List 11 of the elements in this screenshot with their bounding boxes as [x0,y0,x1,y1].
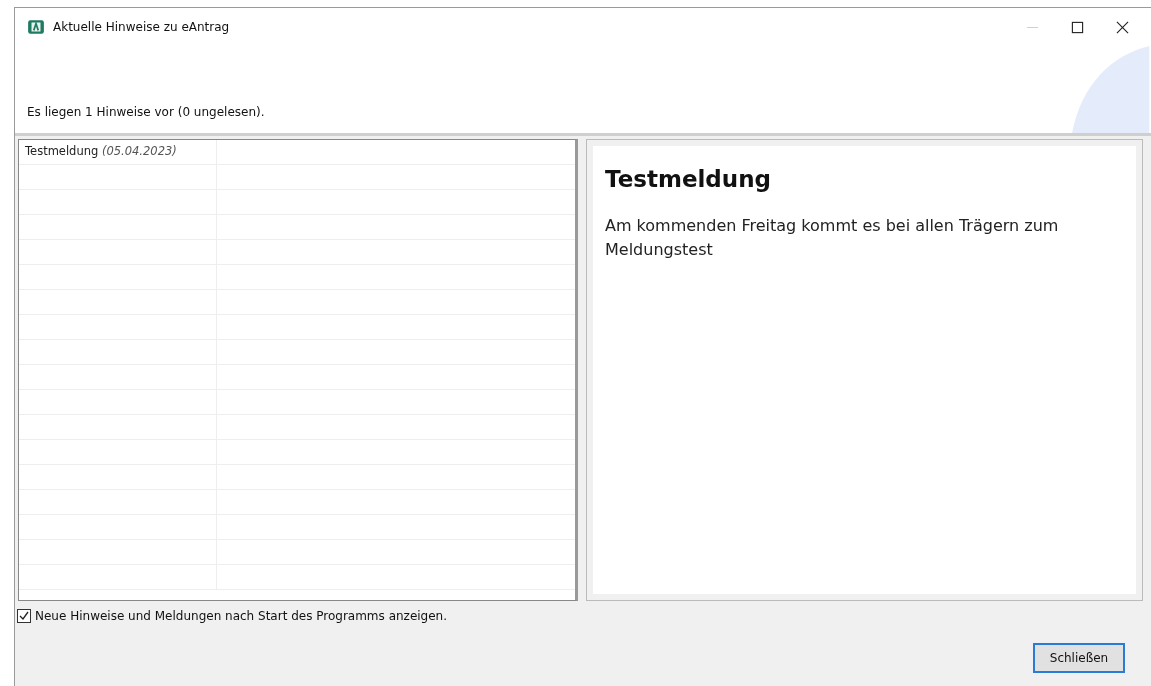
detail-text: Am kommenden Freitag kommt es bei allen Trägern zum Meldungstest [605,215,1060,261]
app-icon [27,18,45,36]
checkbox-label: Neue Hinweise und Meldungen nach Start des Programms anzeigen. [35,609,448,623]
close-icon[interactable] [1116,20,1129,34]
window-title: Aktuelle Hinweise zu eAntrag [53,20,230,34]
summary-text: Es liegen 1 Hinweise vor (0 ungelesen). [27,105,265,119]
detail-title: Testmeldung [605,166,773,192]
message-item[interactable]: Testmeldung (05.04.2023) [19,140,217,164]
checkbox[interactable] [17,609,31,623]
close-button[interactable]: Schließen [1033,643,1125,673]
maximize-icon[interactable] [1071,20,1084,34]
